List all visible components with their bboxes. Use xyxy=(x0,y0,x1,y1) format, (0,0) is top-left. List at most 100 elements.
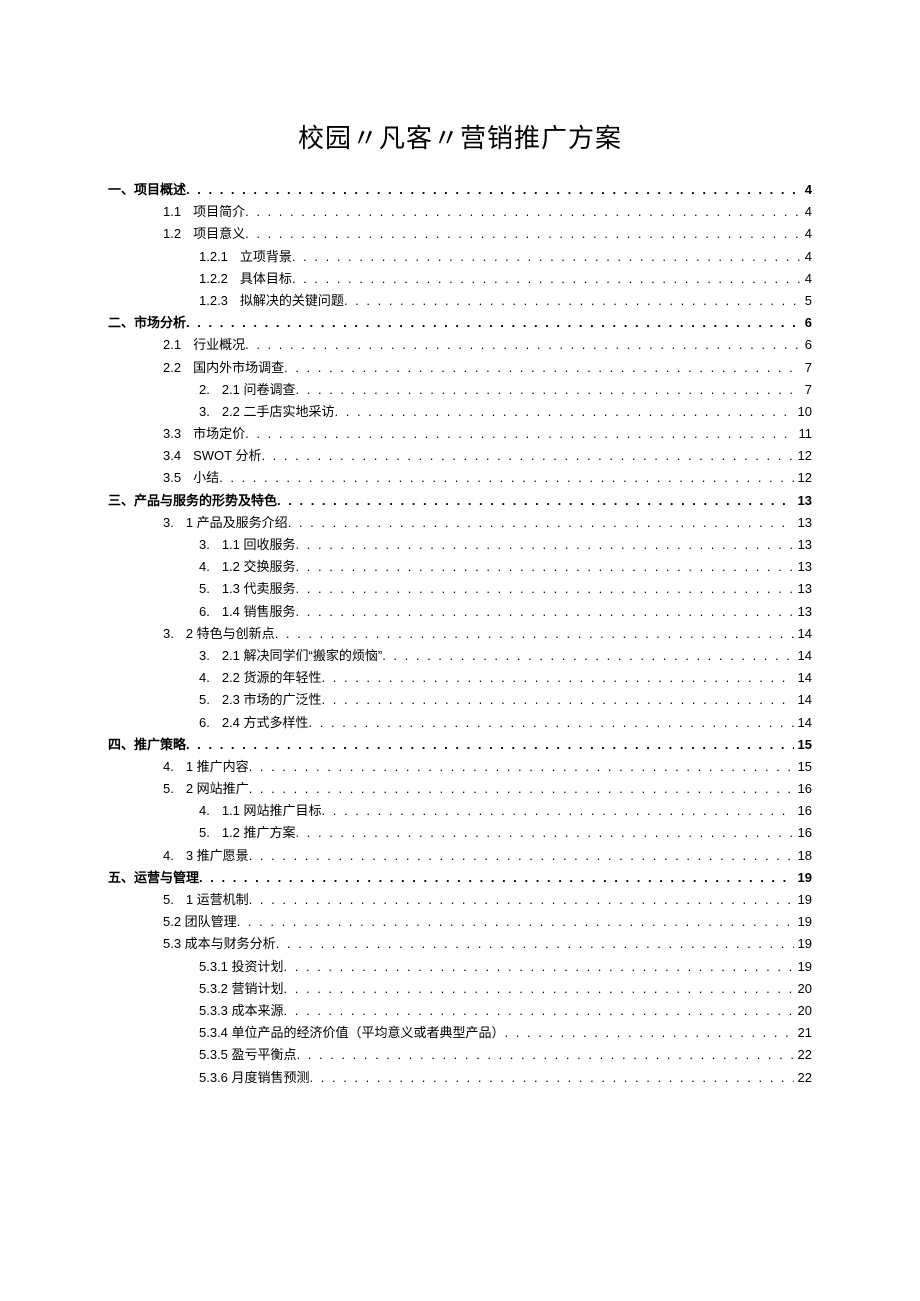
toc-number: 3. xyxy=(199,405,210,418)
toc-leader-dots xyxy=(296,605,794,618)
toc-text: 1.4 销售服务 xyxy=(222,605,296,618)
toc-entry: 5.3.3 成本来源 20 xyxy=(108,1004,812,1017)
toc-entry: 一、项目概述4 xyxy=(108,183,812,196)
toc-number: 4. xyxy=(199,560,210,573)
toc-number: 1.2 xyxy=(163,227,181,240)
toc-entry: 5.3.6 月度销售预测 22 xyxy=(108,1071,812,1084)
toc-text: 2.1 解决同学们“搬家的烦恼” xyxy=(222,649,382,662)
toc-number: 三、 xyxy=(108,494,134,507)
toc-leader-dots xyxy=(275,627,794,640)
toc-text: 国内外市场调查 xyxy=(193,361,284,374)
toc-text: 项目简介 xyxy=(193,205,245,218)
toc-text: 2.4 方式多样性 xyxy=(222,716,309,729)
toc-entry: 5.3 成本与财务分析19 xyxy=(108,937,812,950)
toc-entry: 2.2国内外市场调查7 xyxy=(108,361,812,374)
toc-entry: 二、市场分析6 xyxy=(108,316,812,329)
toc-entry: 1.2.1立项背景4 xyxy=(108,250,812,263)
toc-text: 产品与服务的形势及特色 xyxy=(134,494,277,507)
toc-text: 2.2 二手店实地采访 xyxy=(222,405,335,418)
toc-entry: 4.1.2 交换服务13 xyxy=(108,560,812,573)
toc-number: 3. xyxy=(199,649,210,662)
toc-text: 5.3.4 单位产品的经济价值（平均意义或者典型产品） xyxy=(199,1026,505,1039)
toc-entry: 1.1项目简介4 xyxy=(108,205,812,218)
toc-number: 3. xyxy=(163,627,174,640)
toc-leader-dots xyxy=(309,716,794,729)
toc-leader-dots xyxy=(245,427,794,440)
toc-leader-dots xyxy=(186,738,794,751)
toc-entry: 3.2.1 解决同学们“搬家的烦恼”14 xyxy=(108,649,812,662)
toc-entry: 三、产品与服务的形势及特色 13 xyxy=(108,494,812,507)
toc-leader-dots xyxy=(322,671,794,684)
toc-page-number: 13 xyxy=(794,494,812,507)
document-title: 校园〃凡客〃营销推广方案 xyxy=(108,118,812,155)
toc-leader-dots xyxy=(296,582,794,595)
toc-entry: 1.2项目意义4 xyxy=(108,227,812,240)
toc-text: 具体目标 xyxy=(240,272,292,285)
toc-text: 2 网站推广 xyxy=(186,782,249,795)
toc-leader-dots xyxy=(284,1004,794,1017)
toc-leader-dots xyxy=(292,272,801,285)
toc-text: 2 特色与创新点 xyxy=(186,627,275,640)
toc-number: 5. xyxy=(199,693,210,706)
toc-leader-dots xyxy=(284,960,794,973)
toc-number: 二、 xyxy=(108,316,134,329)
toc-page-number: 13 xyxy=(794,516,812,529)
toc-leader-dots xyxy=(296,538,794,551)
toc-entry: 五、运营与管理19 xyxy=(108,871,812,884)
toc-number: 五、 xyxy=(108,871,134,884)
toc-entry: 4.1.1 网站推广目标16 xyxy=(108,804,812,817)
toc-page-number: 15 xyxy=(794,738,812,751)
toc-entry: 5.3.1 投资计划19 xyxy=(108,960,812,973)
toc-text: 1 产品及服务介绍 xyxy=(186,516,288,529)
toc-text: 5.3.6 月度销售预测 xyxy=(199,1071,310,1084)
toc-text: 推广策略 xyxy=(134,738,186,751)
toc-number: 3. xyxy=(163,516,174,529)
toc-number: 1.2.3 xyxy=(199,294,228,307)
toc-leader-dots xyxy=(296,560,794,573)
toc-leader-dots xyxy=(335,405,794,418)
toc-entry: 5.3.5 盈亏平衡点22 xyxy=(108,1048,812,1061)
toc-entry: 2.2.1 问卷调查7 xyxy=(108,383,812,396)
toc-text: 2.2 货源的年轻性 xyxy=(222,671,322,684)
toc-text: 5.3.5 盈亏平衡点 xyxy=(199,1048,297,1061)
toc-text: 市场分析 xyxy=(134,316,186,329)
toc-entry: 5.1.3 代卖服务13 xyxy=(108,582,812,595)
toc-page-number: 21 xyxy=(794,1026,812,1039)
toc-leader-dots xyxy=(288,516,794,529)
toc-number: 4. xyxy=(199,671,210,684)
toc-entry: 3.1.1 回收服务13 xyxy=(108,538,812,551)
toc-leader-dots xyxy=(249,760,794,773)
toc-page-number: 18 xyxy=(794,849,812,862)
toc-page-number: 13 xyxy=(794,605,812,618)
toc-entry: 2.1行业概况6 xyxy=(108,338,812,351)
toc-entry: 1.2.3拟解决的关键问题5 xyxy=(108,294,812,307)
toc-page-number: 19 xyxy=(794,871,812,884)
toc-leader-dots xyxy=(277,494,794,507)
toc-number: 4. xyxy=(163,849,174,862)
toc-text: 5.2 团队管理 xyxy=(163,915,237,928)
toc-leader-dots xyxy=(310,1071,794,1084)
toc-page-number: 10 xyxy=(794,405,812,418)
toc-entry: 四、推广策略15 xyxy=(108,738,812,751)
toc-entry: 5.2.3 市场的广泛性14 xyxy=(108,693,812,706)
table-of-contents: 一、项目概述41.1项目简介41.2项目意义41.2.1立项背景41.2.2具体… xyxy=(108,183,812,1084)
toc-entry: 3.4SWOT 分析12 xyxy=(108,449,812,462)
toc-number: 4. xyxy=(163,760,174,773)
toc-number: 3.4 xyxy=(163,449,181,462)
toc-leader-dots xyxy=(249,849,794,862)
toc-text: 5.3.3 成本来源 xyxy=(199,1004,284,1017)
toc-number: 6. xyxy=(199,716,210,729)
toc-page-number: 14 xyxy=(794,627,812,640)
toc-page-number: 22 xyxy=(794,1071,812,1084)
toc-leader-dots xyxy=(261,449,793,462)
toc-text: 1.1 网站推广目标 xyxy=(222,804,322,817)
toc-page-number: 20 xyxy=(794,1004,812,1017)
toc-text: 1.2 交换服务 xyxy=(222,560,296,573)
toc-leader-dots xyxy=(284,982,794,995)
toc-page-number: 16 xyxy=(794,804,812,817)
toc-leader-dots xyxy=(322,693,794,706)
toc-text: 行业概况 xyxy=(193,338,245,351)
toc-page-number: 14 xyxy=(794,693,812,706)
toc-number: 1.2.2 xyxy=(199,272,228,285)
toc-page-number: 4 xyxy=(801,205,812,218)
